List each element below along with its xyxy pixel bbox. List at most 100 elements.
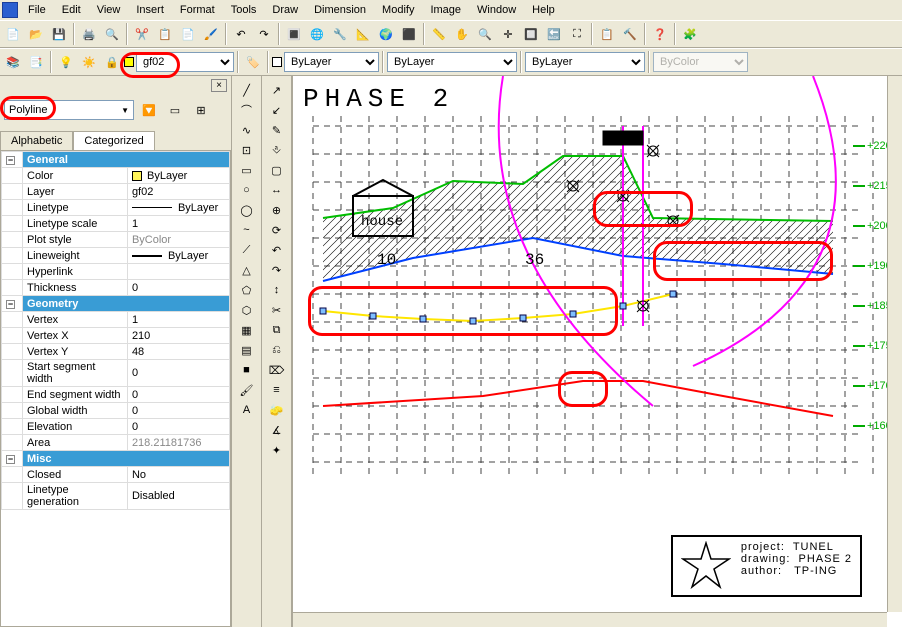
properties-grid[interactable]: −GeneralColor ByLayerLayergf02LinetypeBy…	[0, 150, 231, 627]
ray-icon[interactable]: ⟋	[235, 240, 259, 260]
prop-row[interactable]: Linetype generationDisabled	[2, 483, 230, 510]
zoom-realtime-icon[interactable]: 🔍	[474, 23, 496, 45]
pan-icon[interactable]: ✋	[451, 23, 473, 45]
polygon3-icon[interactable]: △	[235, 260, 259, 280]
edit-icon[interactable]: ✎	[265, 120, 289, 140]
layer-freeze-icon[interactable]: ☀️	[78, 51, 100, 73]
rotate-icon[interactable]: ⟳	[265, 220, 289, 240]
menu-modify[interactable]: Modify	[376, 2, 420, 18]
spline-icon[interactable]: ∿	[235, 120, 259, 140]
entity-type-combo[interactable]: Polyline ▼	[4, 100, 134, 120]
panel-close-icon[interactable]: ×	[211, 79, 227, 92]
make-current-icon[interactable]: 🏷️	[242, 51, 264, 73]
menu-help[interactable]: Help	[526, 2, 561, 18]
copy-icon[interactable]: ↙	[265, 100, 289, 120]
section-misc[interactable]: −Misc	[2, 451, 230, 467]
circle-icon[interactable]: ○	[235, 180, 259, 200]
filter-icon[interactable]: 🔽	[138, 99, 160, 121]
trim-icon[interactable]: ✂	[265, 300, 289, 320]
move-icon[interactable]: ↗	[265, 80, 289, 100]
drawing-canvas[interactable]: +220.0+215.0+200.0+190.0+185.0+175.0+170…	[292, 76, 902, 627]
lineweight-combo[interactable]: ByLayer	[525, 52, 645, 72]
redo-icon[interactable]: ↷	[253, 23, 275, 45]
prop-row[interactable]: Vertex Y48	[2, 344, 230, 360]
help-icon[interactable]: ❓	[649, 23, 671, 45]
redo-icon[interactable]: ↷	[265, 260, 289, 280]
open-icon[interactable]: 📂	[25, 23, 47, 45]
copy-icon[interactable]: 📋	[154, 23, 176, 45]
horizontal-scrollbar[interactable]	[293, 612, 887, 627]
print-icon[interactable]: 🖨️	[78, 23, 100, 45]
design-center-icon[interactable]: 🔳	[283, 23, 305, 45]
explode-icon[interactable]: ✦	[265, 440, 289, 460]
box-icon[interactable]: ▭	[235, 160, 259, 180]
menu-format[interactable]: Format	[174, 2, 221, 18]
tool2-icon[interactable]: 📐	[352, 23, 374, 45]
rect-icon[interactable]: ⊡	[235, 140, 259, 160]
clean-icon[interactable]: 🧽	[265, 400, 289, 420]
color-combo[interactable]: ByLayer	[284, 52, 379, 72]
prop-row[interactable]: Hyperlink	[2, 264, 230, 280]
menu-image[interactable]: Image	[424, 2, 467, 18]
zoom-window-icon[interactable]: 🔲	[520, 23, 542, 45]
revcloud-icon[interactable]: ~	[235, 220, 259, 240]
prop-row[interactable]: End segment width0	[2, 387, 230, 403]
zoom-prev-icon[interactable]: 🔙	[543, 23, 565, 45]
web-icon[interactable]: 🌐	[306, 23, 328, 45]
tab-alphabetic[interactable]: Alphabetic	[0, 131, 73, 150]
polygon6-icon[interactable]: ⬡	[235, 300, 259, 320]
tool4-icon[interactable]: ⬛	[398, 23, 420, 45]
ellipse-icon[interactable]: ◯	[235, 200, 259, 220]
arc-icon[interactable]: ⌒	[235, 100, 259, 120]
layer-states-icon[interactable]: 📑	[25, 51, 47, 73]
print-preview-icon[interactable]: 🔍	[101, 23, 123, 45]
undo-icon[interactable]: ↶	[230, 23, 252, 45]
polygon5-icon[interactable]: ⬠	[235, 280, 259, 300]
erase-icon[interactable]: ⌦	[265, 360, 289, 380]
insert-icon[interactable]: ⎀	[265, 140, 289, 160]
tools-icon[interactable]: 🔨	[619, 23, 641, 45]
prop-row[interactable]: Vertex1	[2, 312, 230, 328]
prop-row[interactable]: LinetypeByLayer	[2, 200, 230, 216]
text-icon[interactable]: A	[235, 400, 259, 420]
angle-icon[interactable]: ∡	[265, 420, 289, 440]
vertical-scrollbar[interactable]	[887, 76, 902, 612]
mirror-icon[interactable]: ↔	[265, 180, 289, 200]
select-icon[interactable]: ▭	[164, 99, 186, 121]
paste-icon[interactable]: 📄	[177, 23, 199, 45]
align-icon[interactable]: ≡	[265, 380, 289, 400]
ucs-icon[interactable]: ✛	[497, 23, 519, 45]
offset-icon[interactable]: ▢	[265, 160, 289, 180]
layer-lock-icon[interactable]: 🔒	[101, 51, 123, 73]
prop-row[interactable]: Start segment width0	[2, 360, 230, 387]
menu-view[interactable]: View	[91, 2, 127, 18]
menu-draw[interactable]: Draw	[266, 2, 304, 18]
line-icon[interactable]: ╱	[235, 80, 259, 100]
prop-row[interactable]: Vertex X210	[2, 328, 230, 344]
prop-row[interactable]: Elevation0	[2, 419, 230, 435]
prop-row[interactable]: ClosedNo	[2, 467, 230, 483]
prop-row[interactable]: LineweightByLayer	[2, 248, 230, 264]
extend-icon[interactable]: ⧉	[265, 320, 289, 340]
zoom-extents-icon[interactable]: ⛶	[566, 23, 588, 45]
menu-dimension[interactable]: Dimension	[308, 2, 372, 18]
region-icon[interactable]: ▤	[235, 340, 259, 360]
paint-icon[interactable]: 🖌	[235, 380, 259, 400]
quickselect-icon[interactable]: ⊞	[190, 99, 212, 121]
current-layer-combo[interactable]: gf02	[136, 52, 234, 72]
cut-icon[interactable]: ✂️	[131, 23, 153, 45]
match-props-icon[interactable]: 🖌️	[200, 23, 222, 45]
prop-row[interactable]: Thickness0	[2, 280, 230, 296]
array-icon[interactable]: ⊕	[265, 200, 289, 220]
prop-row[interactable]: Global width0	[2, 403, 230, 419]
hatch-icon[interactable]: ▦	[235, 320, 259, 340]
break-icon[interactable]: ⎌	[265, 340, 289, 360]
extra-icon[interactable]: 🧩	[679, 23, 701, 45]
menu-tools[interactable]: Tools	[225, 2, 263, 18]
menu-file[interactable]: File	[22, 2, 52, 18]
props-icon[interactable]: 📋	[596, 23, 618, 45]
tab-categorized[interactable]: Categorized	[73, 131, 154, 150]
layer-manager-icon[interactable]: 📚	[2, 51, 24, 73]
menu-window[interactable]: Window	[471, 2, 522, 18]
save-icon[interactable]: 💾	[48, 23, 70, 45]
